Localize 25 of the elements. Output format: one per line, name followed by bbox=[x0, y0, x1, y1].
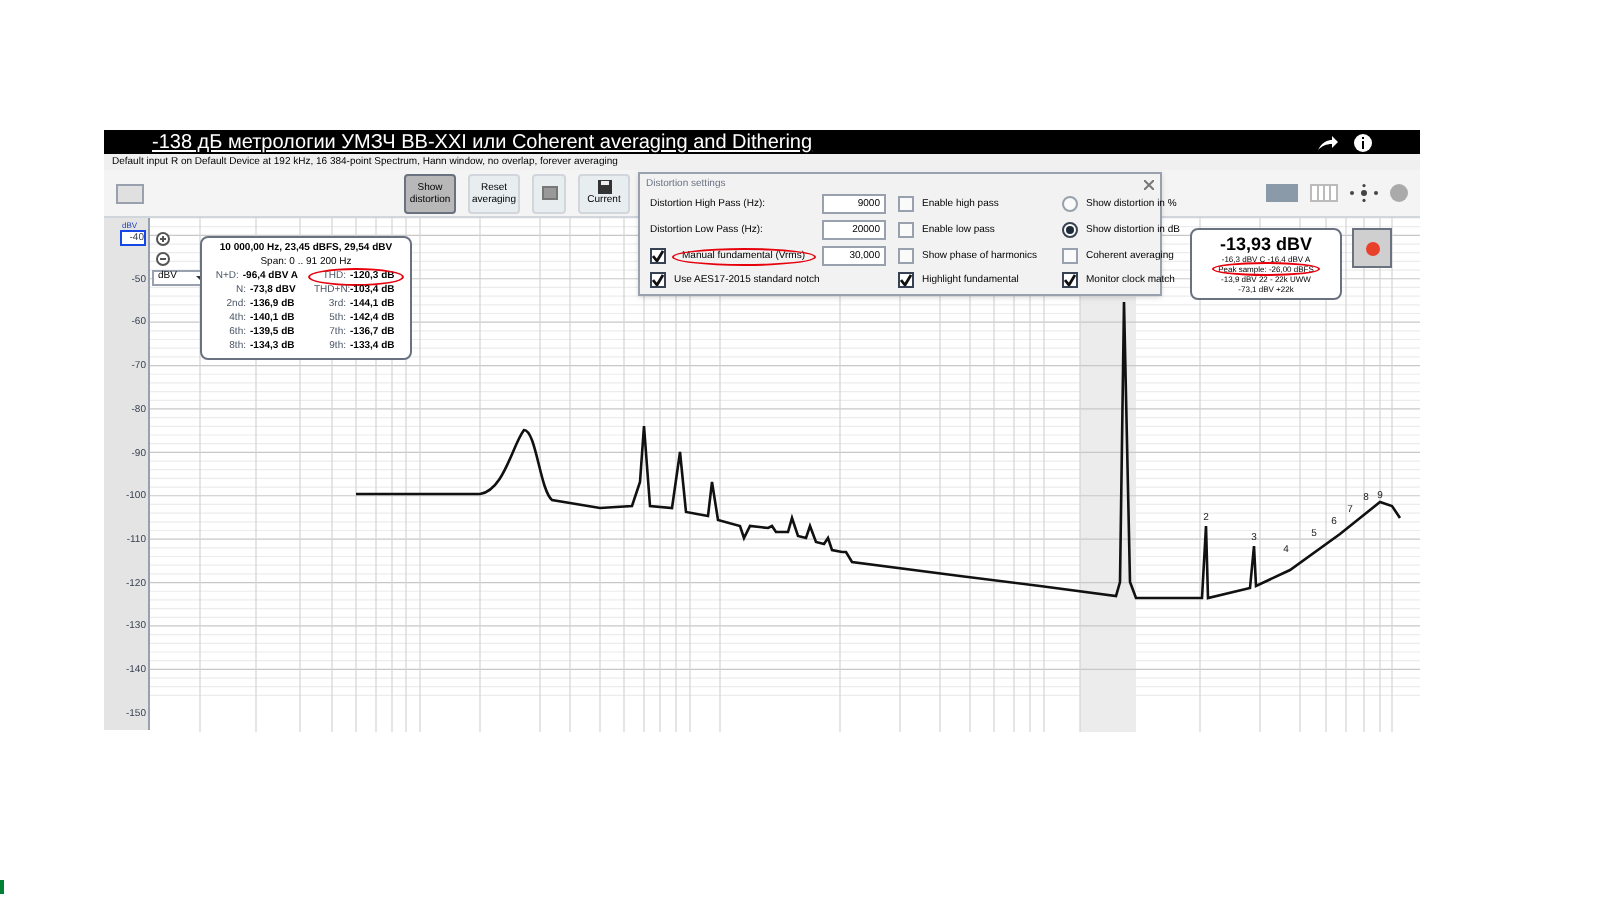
checkbox[interactable] bbox=[898, 248, 914, 264]
radio-button[interactable] bbox=[1062, 222, 1078, 238]
level-reading: -13,93 dBV bbox=[1219, 234, 1313, 254]
window-icon bbox=[541, 186, 557, 200]
checkbox[interactable] bbox=[650, 248, 666, 264]
toolbar-button[interactable] bbox=[532, 173, 566, 213]
zoom-in-icon bbox=[156, 232, 170, 246]
radio-button[interactable] bbox=[1062, 196, 1078, 212]
checkbox[interactable] bbox=[898, 222, 914, 238]
close-icon bbox=[1144, 179, 1154, 189]
checkbox[interactable] bbox=[1062, 272, 1078, 288]
video-title: -138 дБ метрологии УМЗЧ ВВ-XXI или Coherent averaging and Dithering bbox=[152, 131, 815, 153]
checkbox[interactable] bbox=[1062, 248, 1078, 264]
checkbox[interactable] bbox=[898, 272, 914, 288]
checkbox[interactable] bbox=[650, 272, 666, 288]
record-icon bbox=[1365, 241, 1379, 255]
move-arrows-icon bbox=[1350, 184, 1378, 202]
columns-icon bbox=[1310, 184, 1338, 202]
corner-mark bbox=[0, 880, 4, 894]
graph-button[interactable] bbox=[116, 183, 144, 203]
record-button[interactable] bbox=[1352, 228, 1392, 268]
help-icon bbox=[1390, 184, 1408, 202]
share-icon bbox=[1318, 135, 1338, 149]
checkbox[interactable] bbox=[898, 196, 914, 212]
zoom-out-icon bbox=[156, 252, 170, 266]
